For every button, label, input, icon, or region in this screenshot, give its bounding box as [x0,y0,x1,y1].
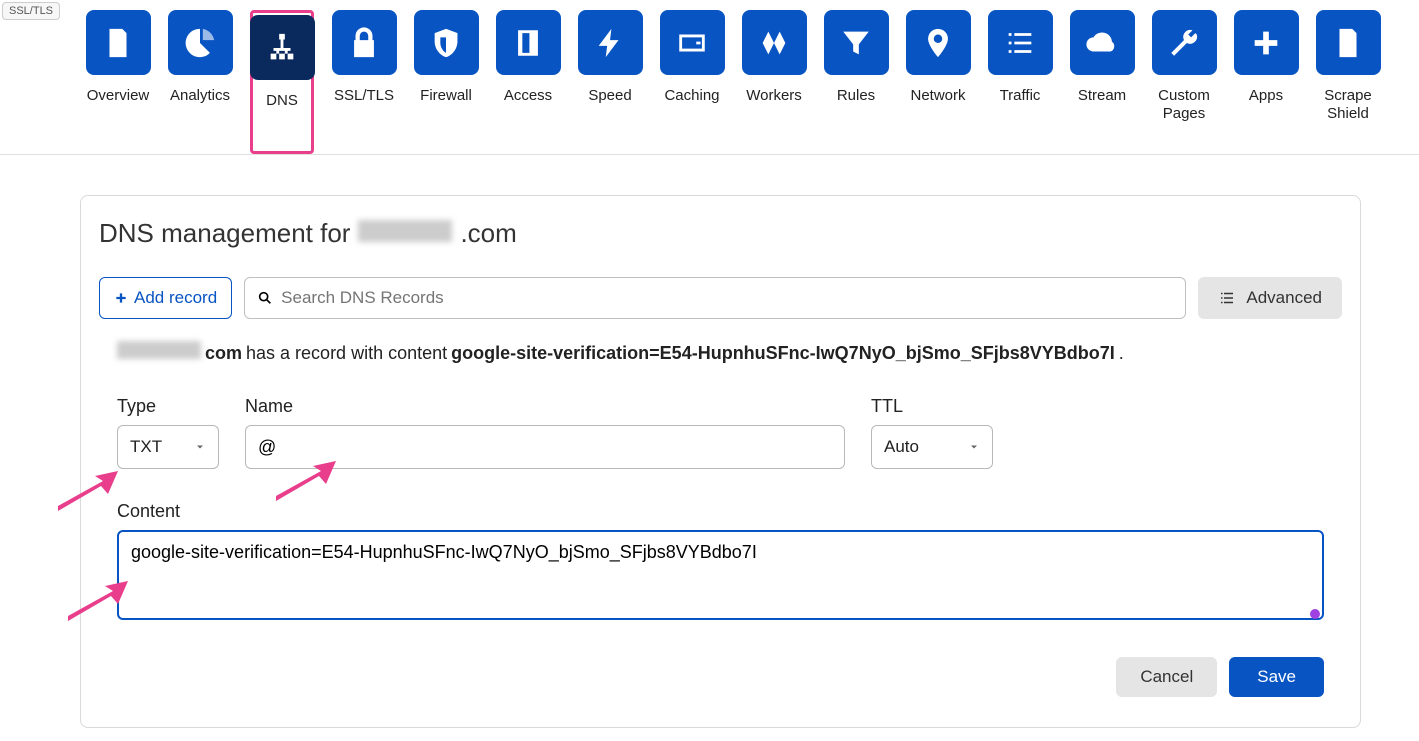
add-record-button[interactable]: Add record [99,277,232,319]
nav-item-speed[interactable]: Speed [578,10,642,154]
nav-label: SSL/TLS [334,87,394,105]
search-wrapper[interactable] [244,277,1186,319]
ttl-label: TTL [871,396,993,417]
type-value: TXT [130,437,162,457]
settings-list-icon [1218,289,1236,307]
nav-item-firewall[interactable]: Firewall [414,10,478,154]
clipboard-icon [101,26,135,60]
resize-handle-dot [1310,609,1320,619]
type-field: Type TXT [117,396,219,469]
save-button[interactable]: Save [1229,657,1324,697]
nav-item-access[interactable]: Access [496,10,560,154]
chevron-down-icon [194,441,206,453]
add-record-label: Add record [134,288,217,308]
nav-item-rules[interactable]: Rules [824,10,888,154]
workers-icon [757,26,791,60]
nav-label: Scrape Shield [1316,87,1380,123]
nav-label: Firewall [420,87,472,105]
nav-label: Caching [664,87,719,105]
search-icon [257,290,273,306]
nav-item-dns[interactable]: DNS [250,10,314,154]
notice-period: . [1119,343,1124,364]
lock-icon [347,26,381,60]
ttl-field: TTL Auto [871,396,993,469]
shield-icon [429,26,463,60]
domain-suffix: .com [460,218,516,249]
nav-item-workers[interactable]: Workers [742,10,806,154]
document-icon [1331,26,1365,60]
nav-item-overview[interactable]: Overview [86,10,150,154]
drive-icon [675,26,709,60]
dns-form-row: Type TXT Name TTL Auto [99,396,1342,469]
nav-label: Stream [1078,87,1126,105]
nav-label: Rules [837,87,875,105]
chevron-down-icon [968,441,980,453]
record-notice: com has a record with content google-sit… [117,341,1342,364]
nav-item-apps[interactable]: Apps [1234,10,1298,154]
nav-item-caching[interactable]: Caching [660,10,724,154]
advanced-button[interactable]: Advanced [1198,277,1342,319]
nav-item-network[interactable]: Network [906,10,970,154]
cloud-icon [1085,26,1119,60]
advanced-label: Advanced [1246,288,1322,308]
nav-label: Traffic [1000,87,1041,105]
sitemap-icon [265,31,299,65]
plus-icon [1249,26,1283,60]
pie-chart-icon [183,26,217,60]
search-input[interactable] [281,278,1173,318]
nav-label: Network [910,87,965,105]
dns-toolbar: Add record Advanced [99,277,1342,319]
notice-text: has a record with content [246,343,447,364]
nav-item-analytics[interactable]: Analytics [168,10,232,154]
nav-item-custom-pages[interactable]: Custom Pages [1152,10,1216,154]
redacted-domain [358,220,452,242]
nav-label: Custom Pages [1152,87,1216,123]
title-prefix: DNS management for [99,218,350,249]
pin-icon [921,26,955,60]
annotation-arrow [53,466,123,521]
bolt-icon [593,26,627,60]
nav-label: Speed [588,87,631,105]
notice-record-value: google-site-verification=E54-HupnhuSFnc-… [451,343,1115,364]
nav-label: Workers [746,87,802,105]
panel-title: DNS management for .com [99,218,1342,249]
notice-domain-suffix: com [205,343,242,364]
nav-item-scrape-shield[interactable]: Scrape Shield [1316,10,1380,154]
nav-label: Apps [1249,87,1283,105]
nav-item-ssl-tls[interactable]: SSL/TLS [332,10,396,154]
type-label: Type [117,396,219,417]
nav-label: Overview [87,87,150,105]
redacted-domain-small [117,341,201,359]
nav-label: Access [504,87,552,105]
nav-item-traffic[interactable]: Traffic [988,10,1052,154]
form-actions: Cancel Save [99,657,1342,697]
name-field: Name [245,396,845,469]
ttl-select[interactable]: Auto [871,425,993,469]
ssl-tls-badge: SSL/TLS [2,2,60,20]
dns-management-panel: DNS management for .com Add record Advan… [80,195,1361,728]
content-textarea[interactable] [117,530,1324,620]
type-select[interactable]: TXT [117,425,219,469]
wrench-icon [1167,26,1201,60]
name-input[interactable] [245,425,845,469]
nav-label: DNS [266,92,298,110]
nav-label: Analytics [170,87,230,105]
top-nav: Overview Analytics DNS SSL/TLS Firewall … [0,0,1419,155]
cancel-button[interactable]: Cancel [1116,657,1217,697]
name-label: Name [245,396,845,417]
ttl-value: Auto [884,437,919,457]
list-icon [1003,26,1037,60]
door-icon [511,26,545,60]
funnel-icon [839,26,873,60]
plus-icon [114,291,128,305]
nav-item-stream[interactable]: Stream [1070,10,1134,154]
content-label: Content [117,501,1342,522]
